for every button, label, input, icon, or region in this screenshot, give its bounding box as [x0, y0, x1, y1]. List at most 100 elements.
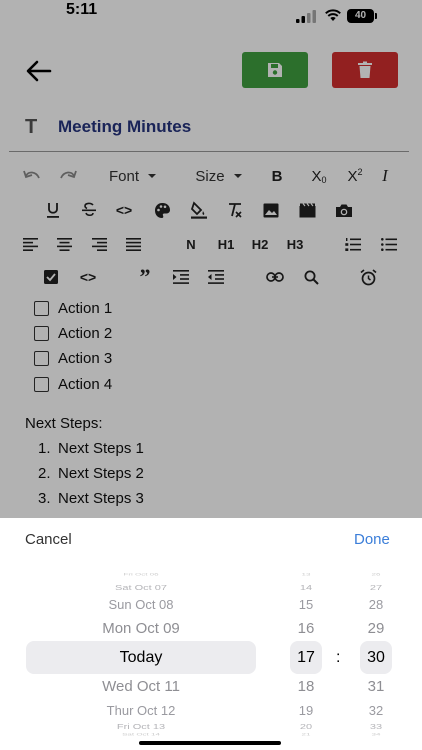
reminder-button[interactable] — [356, 265, 380, 289]
numbered-list-button[interactable] — [342, 232, 364, 256]
list-item[interactable]: Next Steps 2 — [58, 465, 144, 482]
wifi-icon — [325, 9, 341, 21]
date-option[interactable]: Sat Oct 14 — [26, 732, 256, 736]
bullet-list-button[interactable] — [378, 232, 400, 256]
checklist-item[interactable]: Action 1 — [34, 297, 112, 319]
checklist-item[interactable]: Action 2 — [34, 322, 112, 344]
hour-option[interactable]: 14 — [290, 584, 322, 592]
minute-option-selected[interactable]: 30 — [360, 649, 392, 667]
align-justify-icon — [125, 237, 141, 251]
delete-button[interactable] — [332, 52, 398, 88]
time-separator: : — [336, 649, 341, 666]
font-dropdown-label: Font — [108, 167, 139, 185]
done-button[interactable]: Done — [354, 531, 390, 548]
minute-option[interactable]: 29 — [360, 620, 392, 637]
indent-button[interactable] — [170, 265, 192, 289]
highlight-button[interactable] — [187, 198, 211, 222]
cancel-button[interactable]: Cancel — [25, 531, 72, 548]
checkbox[interactable] — [34, 376, 49, 392]
hour-option[interactable]: 19 — [290, 703, 322, 718]
hour-option[interactable]: 20 — [290, 723, 322, 731]
date-option[interactable]: Fri Oct 13 — [26, 723, 256, 731]
note-title[interactable]: Meeting Minutes — [58, 117, 191, 137]
minute-option[interactable]: 26 — [360, 572, 392, 576]
date-option-selected[interactable]: Today — [26, 649, 256, 667]
date-option[interactable]: Mon Oct 09 — [26, 620, 256, 637]
datetime-picker-sheet: Cancel Done Fri Oct 06 Sat Oct 07 Sun Oc… — [0, 518, 422, 750]
blockquote-button[interactable]: ” — [134, 264, 156, 289]
hour-option[interactable]: 16 — [290, 620, 322, 637]
heading-3-button[interactable]: H3 — [282, 232, 308, 256]
list-item[interactable]: Next Steps 1 — [58, 440, 144, 457]
checkbox[interactable] — [34, 325, 49, 341]
insert-image-button[interactable] — [259, 198, 283, 222]
title-type-icon: T — [25, 115, 38, 138]
list-item[interactable]: Next Steps 3 — [58, 490, 144, 507]
redo-button[interactable] — [55, 164, 81, 188]
bold-button[interactable]: B — [266, 164, 288, 188]
size-dropdown[interactable]: Size — [191, 164, 247, 188]
code-block-button[interactable]: <> — [76, 265, 100, 289]
floppy-disk-icon — [268, 63, 282, 77]
checklist-item[interactable]: Action 4 — [34, 373, 112, 395]
checklist-item[interactable]: Action 3 — [34, 347, 112, 369]
insert-link-button[interactable] — [263, 265, 287, 289]
strikethrough-button[interactable] — [78, 198, 100, 222]
list-item-number: 2. — [38, 465, 51, 482]
hour-option[interactable]: 13 — [290, 572, 322, 576]
checkbox-checked-icon — [44, 270, 58, 284]
heading-1-button[interactable]: H1 — [213, 232, 239, 256]
outdent-button[interactable] — [205, 265, 227, 289]
minute-option[interactable]: 34 — [360, 732, 392, 736]
minute-option[interactable]: 28 — [360, 597, 392, 612]
insert-video-button[interactable] — [295, 198, 319, 222]
date-option[interactable]: Sat Oct 07 — [26, 584, 256, 592]
hour-option[interactable]: 21 — [290, 732, 322, 736]
minute-option[interactable]: 27 — [360, 584, 392, 592]
back-button[interactable] — [24, 58, 54, 84]
text-color-button[interactable] — [150, 198, 174, 222]
subscript-button[interactable]: X0 — [305, 164, 333, 188]
inline-code-button[interactable]: <> — [112, 198, 136, 222]
arrow-left-icon — [26, 60, 52, 82]
list-item-number: 1. — [38, 440, 51, 457]
save-button[interactable] — [242, 52, 308, 88]
align-left-icon — [22, 237, 38, 251]
camera-button[interactable] — [332, 198, 356, 222]
minute-option[interactable]: 32 — [360, 703, 392, 718]
font-dropdown[interactable]: Font — [103, 164, 163, 188]
clear-format-button[interactable] — [223, 198, 247, 222]
checkbox[interactable] — [34, 300, 49, 316]
align-right-button[interactable] — [88, 232, 110, 256]
italic-button[interactable]: I — [373, 164, 397, 188]
undo-icon — [23, 170, 40, 179]
numbered-list-icon — [345, 237, 361, 251]
checklist-button[interactable] — [40, 265, 62, 289]
search-button[interactable] — [299, 265, 323, 289]
home-indicator[interactable] — [139, 741, 281, 745]
hour-option[interactable]: 15 — [290, 597, 322, 612]
minute-option[interactable]: 33 — [360, 723, 392, 731]
hour-option[interactable]: 18 — [290, 678, 322, 695]
align-justify-button[interactable] — [122, 232, 144, 256]
minute-option[interactable]: 31 — [360, 678, 392, 695]
heading-2-button[interactable]: H2 — [247, 232, 273, 256]
align-left-button[interactable] — [19, 232, 41, 256]
date-option[interactable]: Wed Oct 11 — [26, 678, 256, 695]
hour-option-selected[interactable]: 17 — [290, 649, 322, 667]
status-time: 5:11 — [66, 1, 98, 18]
date-option[interactable]: Sun Oct 08 — [26, 597, 256, 612]
undo-button[interactable] — [19, 164, 45, 188]
superscript-button[interactable]: X2 — [341, 164, 369, 188]
align-center-button[interactable] — [53, 232, 75, 256]
underline-button[interactable] — [42, 198, 64, 222]
alarm-clock-icon — [359, 268, 377, 285]
next-steps-heading[interactable]: Next Steps: — [25, 415, 103, 432]
image-icon — [263, 203, 279, 217]
caret-down-icon — [233, 174, 242, 178]
normal-text-button[interactable]: N — [181, 232, 201, 256]
date-option[interactable]: Thur Oct 12 — [26, 703, 256, 718]
paint-bucket-icon — [190, 201, 207, 219]
checkbox[interactable] — [34, 350, 49, 366]
date-option[interactable]: Fri Oct 06 — [26, 572, 256, 576]
